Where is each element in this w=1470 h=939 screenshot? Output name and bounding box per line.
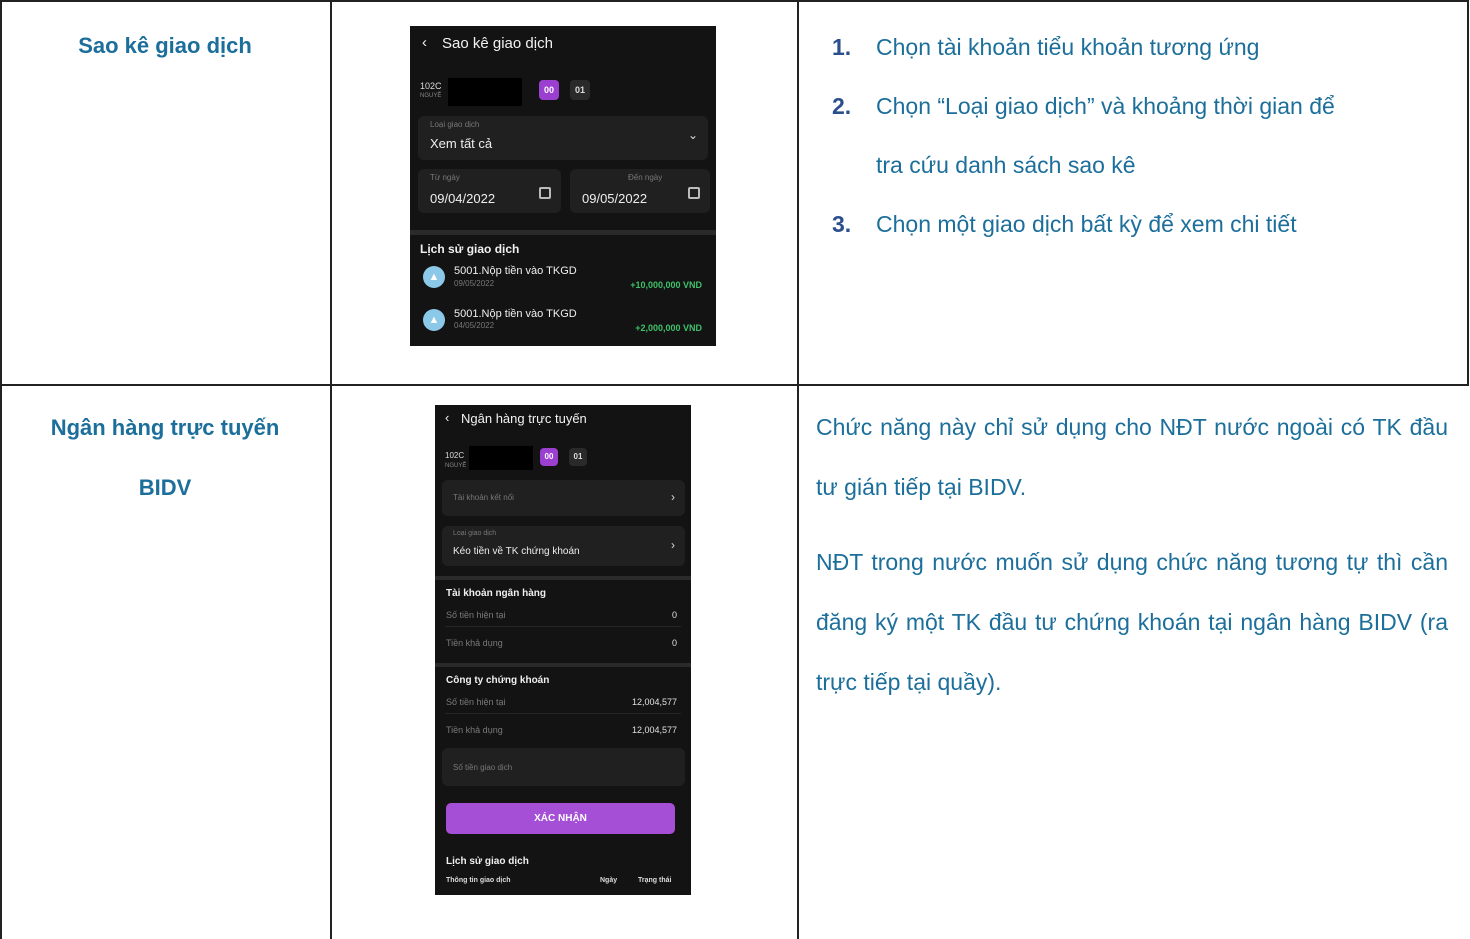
- sub-account-00: 00: [540, 448, 558, 466]
- linked-account-select: Tài khoản kết nối ›: [442, 480, 685, 516]
- table-divider-col1: [330, 0, 332, 939]
- company-section-title: Công ty chứng khoán: [446, 675, 550, 686]
- money-bag-icon: ▲: [423, 309, 445, 331]
- table-border-top: [0, 0, 1469, 2]
- chevron-down-icon: ⌄: [687, 128, 698, 142]
- online-banking-screenshot: ‹ Ngân hàng trực tuyến 102C NGUYỄ 00 01 …: [435, 405, 691, 895]
- transaction-name: 5001.Nộp tiền vào TKGD: [454, 308, 577, 320]
- history-col-status: Trạng thái: [638, 877, 672, 884]
- back-chevron-icon: ‹: [445, 410, 450, 425]
- from-date-field: Từ ngày 09/04/2022: [418, 169, 561, 213]
- history-col-info: Thông tin giao dịch: [446, 877, 511, 884]
- transaction-date: 09/05/2022: [454, 279, 495, 288]
- table-row-divider: [0, 384, 1469, 386]
- step-item-continued: tra cứu danh sách sao kê: [876, 152, 1136, 178]
- bank-available-value: 0: [671, 638, 677, 648]
- section-separator: [410, 230, 716, 235]
- to-date-field: Đến ngày 09/05/2022: [570, 169, 710, 213]
- row-divider: [445, 626, 681, 627]
- step-item: 1. Chọn tài khoản tiểu khoản tương ứng: [832, 34, 1260, 60]
- back-chevron-icon: ‹: [422, 34, 427, 51]
- online-banking-note-2: NĐT trong nước muốn sử dụng chức năng tư…: [816, 549, 1448, 695]
- account-number: 102C NGUYỄ: [445, 451, 467, 469]
- history-col-date: Ngày: [600, 877, 618, 884]
- screen-title: Sao kê giao dịch: [442, 35, 553, 52]
- history-title: Lịch sử giao dịch: [446, 856, 529, 867]
- sub-account-01: 01: [569, 448, 587, 466]
- transaction-amount: +2,000,000 VND: [635, 323, 702, 333]
- chevron-right-icon: ›: [671, 490, 675, 504]
- bank-current-balance-label: Số tiền hiện tại: [446, 610, 506, 620]
- row-divider: [445, 713, 681, 714]
- table-divider-col2: [797, 0, 799, 939]
- statement-steps: 1. Chọn tài khoản tiểu khoản tương ứng 2.…: [832, 18, 1462, 254]
- section-separator: [435, 663, 691, 667]
- confirm-button: XÁC NHẬN: [446, 803, 675, 834]
- step-item: 2. Chọn “Loại giao dịch” và khoảng thời g…: [832, 93, 1335, 119]
- company-current-balance-value: 12,004,577: [631, 697, 677, 707]
- redacted-account: [469, 446, 533, 470]
- company-available-value: 12,004,577: [631, 725, 677, 735]
- company-current-balance-label: Số tiền hiện tại: [446, 697, 506, 707]
- account-number: 102C NGUYỄ: [420, 81, 442, 99]
- sub-account-00: 00: [539, 80, 559, 100]
- table-border-right: [1467, 0, 1469, 385]
- redacted-account: [448, 78, 522, 106]
- online-banking-note-1: Chức năng này chỉ sử dụng cho NĐT nước n…: [816, 414, 1448, 500]
- sub-account-01: 01: [570, 80, 590, 100]
- chevron-right-icon: ›: [671, 538, 675, 552]
- section-separator: [435, 576, 691, 580]
- transaction-amount: +10,000,000 VND: [630, 280, 702, 290]
- transaction-type-select: Loại giao dịch Xem tất cả ⌄: [418, 116, 708, 160]
- feature-title-online-banking: Ngân hàng trực tuyến BIDV: [50, 415, 280, 500]
- bank-current-balance-value: 0: [671, 610, 677, 620]
- screen-title: Ngân hàng trực tuyến: [461, 411, 587, 426]
- company-available-label: Tiền khả dụng: [446, 725, 503, 735]
- amount-input: Số tiền giao dịch: [442, 748, 685, 786]
- transaction-type-select: Loại giao dịch Kéo tiền về TK chứng khoá…: [442, 526, 685, 566]
- calendar-icon: [688, 187, 700, 199]
- step-item: 3. Chọn một giao dịch bất kỳ để xem chi t…: [832, 211, 1297, 237]
- transaction-name: 5001.Nộp tiền vào TKGD: [454, 265, 577, 277]
- bank-section-title: Tài khoản ngân hàng: [446, 588, 547, 599]
- feature-title-statement: Sao kê giao dịch: [78, 33, 252, 58]
- bank-available-label: Tiền khả dụng: [446, 638, 503, 648]
- calendar-icon: [539, 187, 551, 199]
- transaction-date: 04/05/2022: [454, 321, 495, 330]
- money-bag-icon: ▲: [423, 266, 445, 288]
- history-title: Lịch sử giao dịch: [420, 242, 520, 256]
- instruction-table: Sao kê giao dịch ‹ Sao kê giao dịch 102C…: [0, 0, 1470, 939]
- statement-screenshot: ‹ Sao kê giao dịch 102C NGUYỄ 00 01 Loại…: [410, 26, 716, 346]
